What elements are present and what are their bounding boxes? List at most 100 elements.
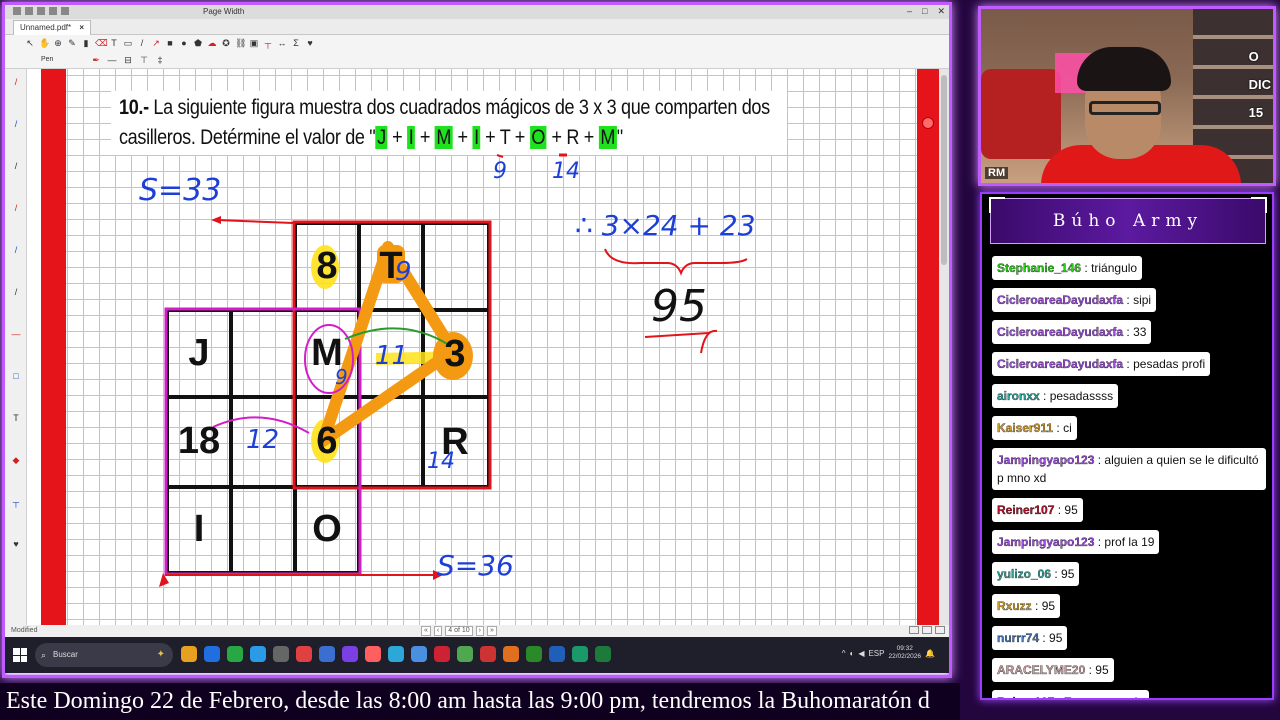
page-indicator[interactable]: 4 of 10 — [445, 626, 473, 636]
print-icon[interactable] — [61, 7, 69, 15]
text-icon[interactable]: T — [109, 38, 119, 48]
tab-document[interactable]: Unnamed.pdf* × — [13, 20, 92, 35]
single-page-view-icon[interactable] — [909, 626, 919, 634]
close-icon[interactable]: ✕ — [937, 6, 945, 17]
polygon-icon[interactable]: ⬟ — [193, 38, 203, 48]
app-app-icon[interactable] — [319, 646, 335, 662]
chrome-3-app-icon[interactable] — [365, 646, 381, 662]
chrome-profile-app-icon[interactable] — [273, 646, 289, 662]
left-marker-icon[interactable]: / — [11, 161, 21, 171]
pen-icon[interactable]: ✎ — [67, 38, 77, 48]
chat-username[interactable]: aironxx — [997, 389, 1040, 403]
chat-username[interactable]: Jampingyapo123 — [997, 453, 1095, 467]
left-pencil-icon[interactable]: / — [11, 245, 21, 255]
chat-username[interactable]: nurrr74 — [997, 631, 1039, 645]
volume-icon[interactable]: ◀ — [858, 649, 864, 658]
quick-access-toolbar[interactable] — [13, 7, 69, 15]
chrome-app-icon[interactable] — [227, 646, 243, 662]
note-icon[interactable]: ▭ — [123, 38, 133, 48]
eraser-icon[interactable]: ⌫ — [95, 38, 108, 48]
tray-app-icon[interactable]: ◐ — [849, 649, 854, 658]
chat-username[interactable]: CicleroareaDayudaxfa — [997, 293, 1123, 307]
chat-username[interactable]: yulizo_06 — [997, 567, 1051, 581]
left-eraser-icon[interactable]: / — [11, 203, 21, 213]
left-brush-icon[interactable]: / — [11, 287, 21, 297]
ellipse-icon[interactable]: ● — [179, 38, 189, 48]
language-indicator[interactable]: ESP — [868, 649, 884, 658]
word-app-icon[interactable] — [434, 646, 450, 662]
opacity-icon[interactable]: ⊟ — [123, 55, 133, 65]
hand-icon[interactable]: ✋ — [39, 38, 50, 48]
zoom-mode[interactable]: Page Width — [203, 7, 244, 16]
excel-app-icon[interactable] — [572, 646, 588, 662]
ruler-icon[interactable]: ┬ — [263, 38, 273, 48]
app-2-app-icon[interactable] — [503, 646, 519, 662]
highlighter-icon[interactable]: ▮ — [81, 38, 91, 48]
chat-username[interactable]: CicleroareaDayudaxfa — [997, 357, 1123, 371]
line-icon[interactable]: / — [137, 38, 147, 48]
first-page-button[interactable]: « — [421, 626, 431, 636]
chat-username[interactable]: Kaiser911 — [997, 421, 1053, 435]
obs-app-icon[interactable] — [296, 646, 312, 662]
pen-color-icon[interactable]: ✒ — [91, 55, 101, 65]
pdf-editor-app-icon[interactable] — [457, 646, 473, 662]
scrollbar-thumb[interactable] — [941, 75, 947, 265]
stamp-icon[interactable]: ✪ — [221, 38, 231, 48]
stamp-icon[interactable]: ⊤ — [139, 55, 149, 65]
redo-icon[interactable] — [49, 7, 57, 15]
vertical-scrollbar[interactable] — [939, 69, 949, 629]
next-page-button[interactable]: › — [475, 626, 485, 636]
notifications-icon[interactable]: 🔔 — [925, 649, 935, 658]
minimize-icon[interactable]: – — [907, 6, 912, 17]
zoom-app-icon[interactable] — [526, 646, 542, 662]
left-ruler-icon[interactable]: ┬ — [11, 497, 21, 507]
select-icon[interactable]: ↖ — [25, 38, 35, 48]
arrow-icon[interactable]: ↗ — [151, 38, 161, 48]
chrome-4-app-icon[interactable] — [388, 646, 404, 662]
pdf-reader-app-icon[interactable] — [480, 646, 496, 662]
link-icon[interactable]: ⛓ — [235, 38, 246, 48]
tray-expand-icon[interactable]: ^ — [842, 649, 846, 658]
taskbar-search[interactable]: ⌕ Buscar ✦ — [35, 643, 173, 667]
pin-icon[interactable]: ‡ — [155, 55, 165, 65]
widgets-app-icon[interactable] — [181, 646, 197, 662]
clock[interactable]: 09:32 22/02/2026 — [888, 645, 921, 661]
image-icon[interactable]: ▣ — [249, 38, 259, 48]
undo-icon[interactable] — [37, 7, 45, 15]
prev-page-button[interactable]: ‹ — [433, 626, 443, 636]
chrome-5-app-icon[interactable] — [411, 646, 427, 662]
chat-username[interactable]: Reiner107 — [997, 503, 1055, 517]
edge-app-icon[interactable] — [204, 646, 220, 662]
left-color-icon[interactable]: ◆ — [11, 455, 21, 465]
chat-username[interactable]: Reiner107 — [997, 695, 1055, 698]
windows-start-icon[interactable] — [13, 648, 27, 662]
chat-username[interactable]: Rxuzz — [997, 599, 1032, 613]
last-page-button[interactable]: » — [487, 626, 497, 636]
facing-view-icon[interactable] — [935, 626, 945, 634]
chat-username[interactable]: ARACELYME20 — [997, 663, 1086, 677]
continuous-view-icon[interactable] — [922, 626, 932, 634]
maximize-icon[interactable]: □ — [922, 6, 927, 17]
chat-username[interactable]: Stephanie_146 — [997, 261, 1081, 275]
chat-username[interactable]: CicleroareaDayudaxfa — [997, 325, 1123, 339]
measure-icon[interactable]: ↔ — [277, 38, 287, 48]
left-text-icon[interactable]: T — [11, 413, 21, 423]
cloud-icon[interactable]: ☁ — [207, 38, 217, 48]
left-pen-icon[interactable]: / — [11, 77, 21, 87]
rectangle-icon[interactable]: ■ — [165, 38, 175, 48]
zoom-icon[interactable]: ⊕ — [53, 38, 63, 48]
left-heart-icon[interactable]: ♥ — [11, 539, 21, 549]
line-width-icon[interactable]: — — [107, 55, 117, 65]
save-icon[interactable] — [25, 7, 33, 15]
app-icon[interactable] — [13, 7, 21, 15]
chat-username[interactable]: Jampingyapo123 — [997, 535, 1095, 549]
files-app-icon[interactable] — [250, 646, 266, 662]
sum-icon[interactable]: Σ — [291, 38, 301, 48]
meet-app-icon[interactable] — [549, 646, 565, 662]
left-highlighter-icon[interactable]: / — [11, 119, 21, 129]
left-shape-icon[interactable]: □ — [11, 371, 21, 381]
chrome-2-app-icon[interactable] — [342, 646, 358, 662]
heart-icon[interactable]: ♥ — [305, 38, 315, 48]
tab-close-icon[interactable]: × — [79, 23, 84, 32]
left-line-icon[interactable]: — — [11, 329, 21, 339]
